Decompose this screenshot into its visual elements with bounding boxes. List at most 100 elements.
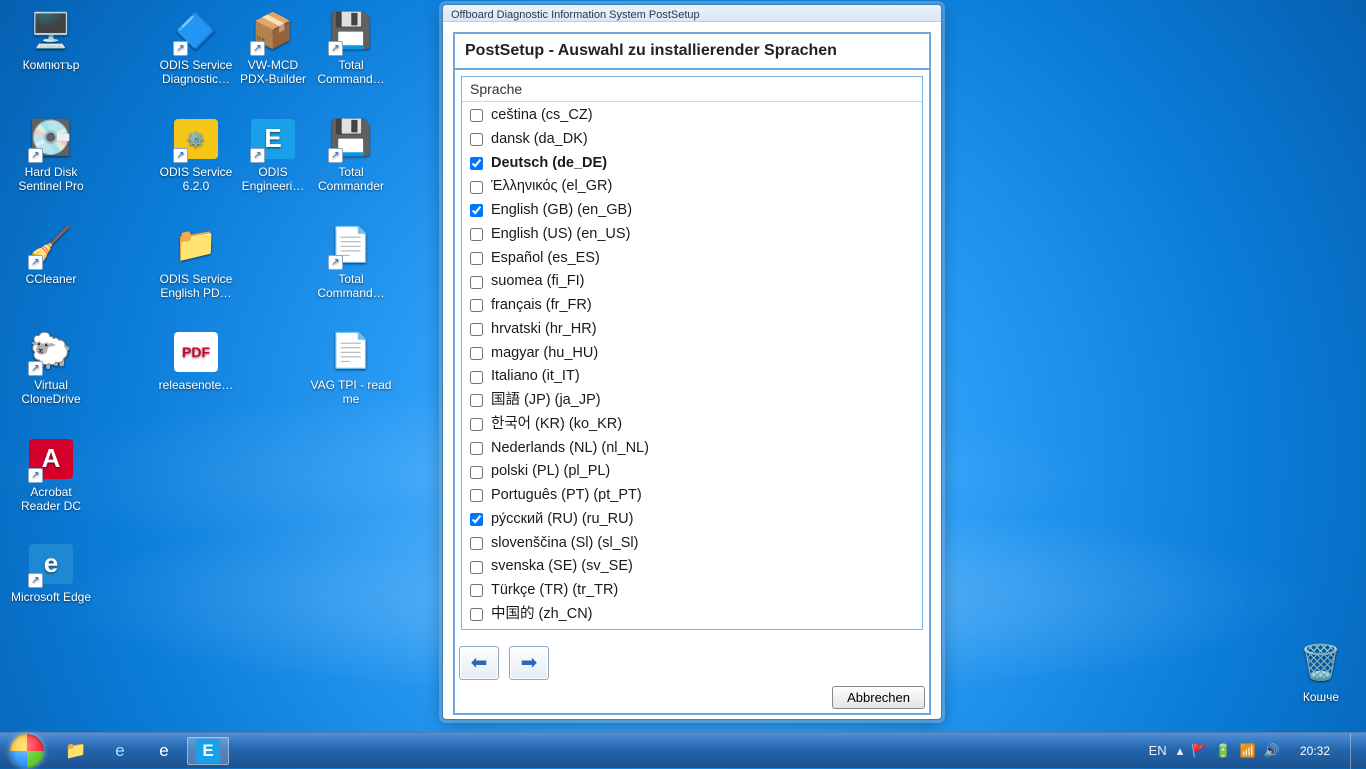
language-row[interactable]: English (US) (en_US): [462, 223, 922, 247]
start-button[interactable]: [0, 733, 54, 769]
language-checkbox[interactable]: [470, 109, 483, 122]
tray-icon-0[interactable]: ▴: [1177, 743, 1184, 759]
language-row[interactable]: 国語 (JP) (ja_JP): [462, 389, 922, 413]
desktop-icon-odis-620[interactable]: ⚙️↗ODIS Service 6.2.0: [155, 115, 237, 194]
desktop-icon-recycle-bin[interactable]: 🗑️ Кошче: [1280, 640, 1362, 705]
language-row[interactable]: ceština (cs_CZ): [462, 104, 922, 128]
language-row[interactable]: Türkçe (TR) (tr_TR): [462, 579, 922, 603]
language-checkbox[interactable]: [470, 561, 483, 574]
language-checkbox[interactable]: [470, 323, 483, 336]
language-checkbox[interactable]: [470, 157, 483, 170]
desktop-icon-tc3[interactable]: 📄↗Total Command…: [310, 222, 392, 301]
language-row[interactable]: 한국어 (KR) (ko_KR): [462, 413, 922, 437]
language-checkbox[interactable]: [470, 442, 483, 455]
language-row[interactable]: Português (PT) (pt_PT): [462, 484, 922, 508]
desktop-icon-edge[interactable]: e↗Microsoft Edge: [10, 540, 92, 605]
desktop-icon-vwmcd[interactable]: 📦↗VW-MCD PDX-Builder: [232, 8, 314, 87]
desktop-icon-label: Virtual CloneDrive: [10, 379, 92, 407]
desktop-icon-label: VAG TPI - read me: [310, 379, 392, 407]
language-row[interactable]: dansk (da_DK): [462, 128, 922, 152]
language-label: Español (es_ES): [491, 248, 600, 270]
desktop-icon-tc1[interactable]: 💾↗Total Command…: [310, 8, 392, 87]
tray-icon-2[interactable]: 🔋: [1215, 743, 1231, 759]
language-checkbox[interactable]: [470, 584, 483, 597]
language-checkbox[interactable]: [470, 371, 483, 384]
language-checkbox[interactable]: [470, 394, 483, 407]
language-checkbox[interactable]: [470, 252, 483, 265]
desktop-icon-odis-pd[interactable]: 📁ODIS Service English PD…: [155, 222, 237, 301]
dialog-title: Offboard Diagnostic Information System P…: [451, 9, 700, 21]
language-label: polski (PL) (pl_PL): [491, 461, 610, 483]
language-row[interactable]: magyar (hu_HU): [462, 342, 922, 366]
shortcut-arrow-icon: ↗: [250, 41, 265, 56]
back-button[interactable]: ⬅: [459, 646, 499, 680]
taskbar-pin-explorer[interactable]: 📁: [55, 737, 97, 765]
tray-icon-4[interactable]: 🔊: [1264, 743, 1280, 759]
language-row[interactable]: Έλληνικός (el_GR): [462, 175, 922, 199]
language-row[interactable]: Deutsch (de_DE): [462, 152, 922, 176]
language-row[interactable]: ру́сский (RU) (ru_RU): [462, 508, 922, 532]
desktop-icon-acrobat[interactable]: A↗Acrobat Reader DC: [10, 435, 92, 514]
language-checkbox[interactable]: [470, 537, 483, 550]
language-checkbox[interactable]: [470, 133, 483, 146]
tray-icon-1[interactable]: 🚩: [1191, 743, 1207, 759]
desktop-icon-computer[interactable]: 🖥️Компютър: [10, 8, 92, 73]
language-checkbox[interactable]: [470, 276, 483, 289]
desktop-icon-hdsentinel[interactable]: 💽↗Hard Disk Sentinel Pro: [10, 115, 92, 194]
language-label: ceština (cs_CZ): [491, 105, 593, 127]
language-checkbox[interactable]: [470, 418, 483, 431]
tray-clock[interactable]: 20:32: [1290, 744, 1340, 758]
dialog-titlebar[interactable]: Offboard Diagnostic Information System P…: [443, 5, 941, 22]
cancel-button[interactable]: Abbrechen: [832, 686, 925, 709]
shortcut-arrow-icon: ↗: [28, 148, 43, 163]
shortcut-arrow-icon: ↗: [28, 468, 43, 483]
shortcut-arrow-icon: ↗: [173, 41, 188, 56]
language-row[interactable]: hrvatski (hr_HR): [462, 318, 922, 342]
desktop-icon-odis-eng[interactable]: E↗ODIS Engineeri…: [232, 115, 314, 194]
taskbar-pin-ie[interactable]: е: [99, 737, 141, 765]
language-checkbox[interactable]: [470, 181, 483, 194]
language-row[interactable]: français (fr_FR): [462, 294, 922, 318]
language-row[interactable]: polski (PL) (pl_PL): [462, 460, 922, 484]
taskbar-pin-odis[interactable]: E: [187, 737, 229, 765]
tray-icon-3[interactable]: 📶: [1240, 743, 1256, 759]
language-checkbox[interactable]: [470, 204, 483, 217]
odis-icon: E: [196, 739, 219, 763]
desktop-icon-odis-diag[interactable]: 🔷↗ODIS Service Diagnostic…: [155, 8, 237, 87]
language-row[interactable]: slovenščina (Sl) (sl_Sl): [462, 532, 922, 556]
taskbar-pin-edge[interactable]: e: [143, 737, 185, 765]
language-row[interactable]: Español (es_ES): [462, 247, 922, 271]
desktop-icon-relnotes[interactable]: PDF releasenote…: [155, 328, 237, 393]
desktop-icon-vcd[interactable]: 🐑↗Virtual CloneDrive: [10, 328, 92, 407]
desktop-icon-label: Hard Disk Sentinel Pro: [10, 166, 92, 194]
relnotes-icon: PDF: [174, 332, 218, 372]
language-row[interactable]: English (GB) (en_GB): [462, 199, 922, 223]
explorer-icon: 📁: [65, 741, 86, 761]
language-checkbox[interactable]: [470, 608, 483, 621]
language-checkbox[interactable]: [470, 228, 483, 241]
language-row[interactable]: suomea (fi_FI): [462, 270, 922, 294]
language-checkbox[interactable]: [470, 299, 483, 312]
next-button[interactable]: ➡: [509, 646, 549, 680]
language-checkbox[interactable]: [470, 347, 483, 360]
language-row[interactable]: svenska (SE) (sv_SE): [462, 555, 922, 579]
language-checkbox[interactable]: [470, 466, 483, 479]
language-label: 中国的 (zh_CN): [491, 604, 593, 626]
desktop-icon-label: VW-MCD PDX-Builder: [232, 59, 314, 87]
vagtpi-icon: 📄: [330, 332, 372, 371]
desktop-icon-tc2[interactable]: 💾↗Total Commander: [310, 115, 392, 194]
desktop-icon-label: releasenote…: [155, 379, 237, 393]
language-row[interactable]: Italiano (it_IT): [462, 365, 922, 389]
desktop-icon-vagtpi[interactable]: 📄 VAG TPI - read me: [310, 328, 392, 407]
language-label: Türkçe (TR) (tr_TR): [491, 580, 618, 602]
desktop-icon-label: ODIS Service 6.2.0: [155, 166, 237, 194]
language-row[interactable]: 中国的 (zh_CN): [462, 603, 922, 627]
column-header-sprache[interactable]: Sprache: [462, 77, 922, 102]
desktop-icon-ccleaner[interactable]: 🧹↗CCleaner: [10, 222, 92, 287]
language-row[interactable]: Nederlands (NL) (nl_NL): [462, 437, 922, 461]
language-label: 한국어 (KR) (ko_KR): [491, 414, 622, 436]
language-checkbox[interactable]: [470, 513, 483, 526]
tray-lang-indicator[interactable]: EN: [1149, 743, 1167, 758]
language-checkbox[interactable]: [470, 489, 483, 502]
show-desktop-button[interactable]: [1350, 733, 1360, 769]
